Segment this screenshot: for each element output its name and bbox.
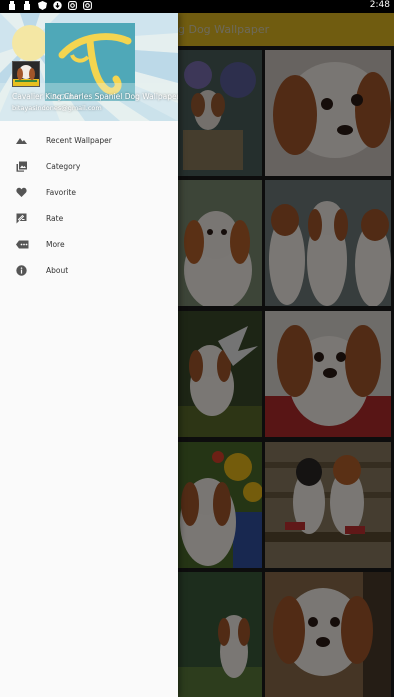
- status-time: 2:48: [369, 0, 390, 10]
- drawer-menu: Recent Wallpaper Category Favorite Rate …: [0, 127, 178, 283]
- instagram-icon: [83, 1, 92, 10]
- menu-item-label: More: [46, 240, 65, 249]
- download-icon: [53, 1, 62, 10]
- menu-item-category[interactable]: Category: [0, 153, 178, 179]
- navigation-drawer: BeGuitar Cavalier King Charles Spaniel D…: [0, 13, 178, 697]
- heart-icon: [16, 187, 27, 198]
- avatar[interactable]: [12, 61, 40, 87]
- notification-icon: [23, 1, 31, 10]
- shield-icon: [38, 1, 47, 10]
- menu-item-rate[interactable]: Rate: [0, 205, 178, 231]
- menu-item-label: Recent Wallpaper: [46, 136, 112, 145]
- status-icons: [8, 1, 92, 10]
- menu-item-about[interactable]: About: [0, 257, 178, 283]
- rate-review-icon: [16, 213, 27, 224]
- menu-item-label: Category: [46, 162, 81, 171]
- drawer-header: BeGuitar Cavalier King Charles Spaniel D…: [0, 13, 178, 121]
- photo-library-icon: [16, 161, 27, 172]
- status-bar: 2:48: [0, 0, 394, 13]
- notification-icon: [8, 1, 16, 10]
- menu-item-label: About: [46, 266, 69, 275]
- menu-item-label: Rate: [46, 214, 64, 223]
- more-icon: [16, 239, 29, 250]
- header-email: bitayasindones@gmail.com: [12, 104, 102, 112]
- info-icon: [16, 265, 27, 276]
- menu-item-label: Favorite: [46, 188, 76, 197]
- instagram-icon: [68, 1, 77, 10]
- menu-item-recent-wallpaper[interactable]: Recent Wallpaper: [0, 127, 178, 153]
- header-app-name: Cavalier King Charles Spaniel Dog Wallpa…: [12, 92, 178, 101]
- landscape-icon: [16, 135, 27, 146]
- menu-item-favorite[interactable]: Favorite: [0, 179, 178, 205]
- menu-item-more[interactable]: More: [0, 231, 178, 257]
